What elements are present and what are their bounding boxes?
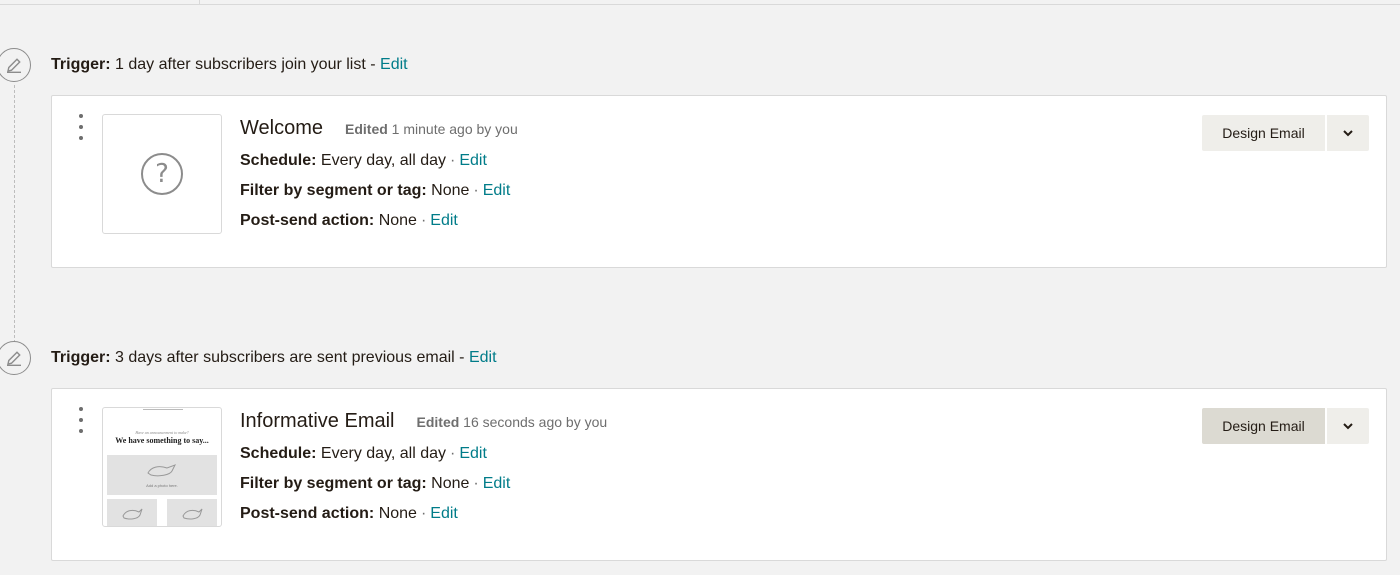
filter-edit-link[interactable]: Edit (483, 182, 511, 199)
trigger-label: Trigger: (51, 349, 111, 366)
preview-image-block: Add a photo here. (107, 455, 217, 495)
image-placeholder-icon (182, 508, 203, 520)
image-placeholder-icon (122, 508, 143, 520)
trigger-edit-link[interactable]: Edit (380, 56, 408, 73)
schedule-edit-link[interactable]: Edit (459, 445, 487, 462)
email-info: Informative Email Edited 16 seconds ago … (240, 407, 607, 529)
more-options-icon[interactable] (76, 114, 86, 140)
pencil-icon (0, 341, 31, 375)
email-thumbnail[interactable]: ? (102, 114, 222, 234)
preview-divider (143, 409, 183, 410)
post-send-row: Post-send action: None · Edit (240, 212, 458, 229)
edited-status: Edited 16 seconds ago by you (416, 414, 608, 430)
design-email-button[interactable]: Design Email (1202, 408, 1325, 444)
preview-preheader: Have an announcement to make? (135, 430, 189, 435)
edited-status: Edited 1 minute ago by you (345, 121, 518, 137)
schedule-row: Schedule: Every day, all day · Edit (240, 445, 487, 462)
email-thumbnail[interactable]: Have an announcement to make? We have so… (102, 407, 222, 527)
email-info: Welcome Edited 1 minute ago by you Sched… (240, 114, 518, 236)
post-send-row: Post-send action: None · Edit (240, 505, 458, 522)
trigger-text: 3 days after subscribers are sent previo… (115, 349, 465, 366)
trigger-edit-link[interactable]: Edit (469, 349, 497, 366)
trigger-label: Trigger: (51, 56, 111, 73)
preview-column-right (167, 499, 217, 526)
post-send-edit-link[interactable]: Edit (430, 505, 458, 522)
filter-row: Filter by segment or tag: None · Edit (240, 475, 511, 492)
trigger-row-2: Trigger: 3 days after subscribers are se… (51, 348, 497, 368)
chevron-down-icon[interactable] (1327, 115, 1369, 151)
timeline-line (14, 85, 15, 343)
schedule-edit-link[interactable]: Edit (459, 152, 487, 169)
chevron-down-icon[interactable] (1327, 408, 1369, 444)
image-placeholder-icon (147, 464, 177, 477)
question-mark-icon: ? (141, 153, 183, 195)
tab-divider (199, 0, 200, 5)
design-email-button-group: Design Email (1202, 408, 1369, 444)
schedule-row: Schedule: Every day, all day · Edit (240, 152, 487, 169)
design-email-button[interactable]: Design Email (1202, 115, 1325, 151)
filter-row: Filter by segment or tag: None · Edit (240, 182, 511, 199)
preview-caption: Add a photo here. (146, 483, 178, 488)
email-name: Informative Email (240, 410, 395, 432)
trigger-row-1: Trigger: 1 day after subscribers join yo… (51, 55, 408, 75)
pencil-icon (0, 48, 31, 82)
top-tab-bar (0, 0, 1400, 5)
email-card-informative: Have an announcement to make? We have so… (51, 388, 1387, 561)
post-send-edit-link[interactable]: Edit (430, 212, 458, 229)
trigger-text: 1 day after subscribers join your list - (115, 56, 376, 73)
preview-column-left (107, 499, 157, 526)
more-options-icon[interactable] (76, 407, 86, 433)
email-name: Welcome (240, 117, 323, 139)
email-card-welcome: ? Welcome Edited 1 minute ago by you Sch… (51, 95, 1387, 268)
design-email-button-group: Design Email (1202, 115, 1369, 151)
preview-heading: We have something to say... (115, 436, 209, 445)
filter-edit-link[interactable]: Edit (483, 475, 511, 492)
